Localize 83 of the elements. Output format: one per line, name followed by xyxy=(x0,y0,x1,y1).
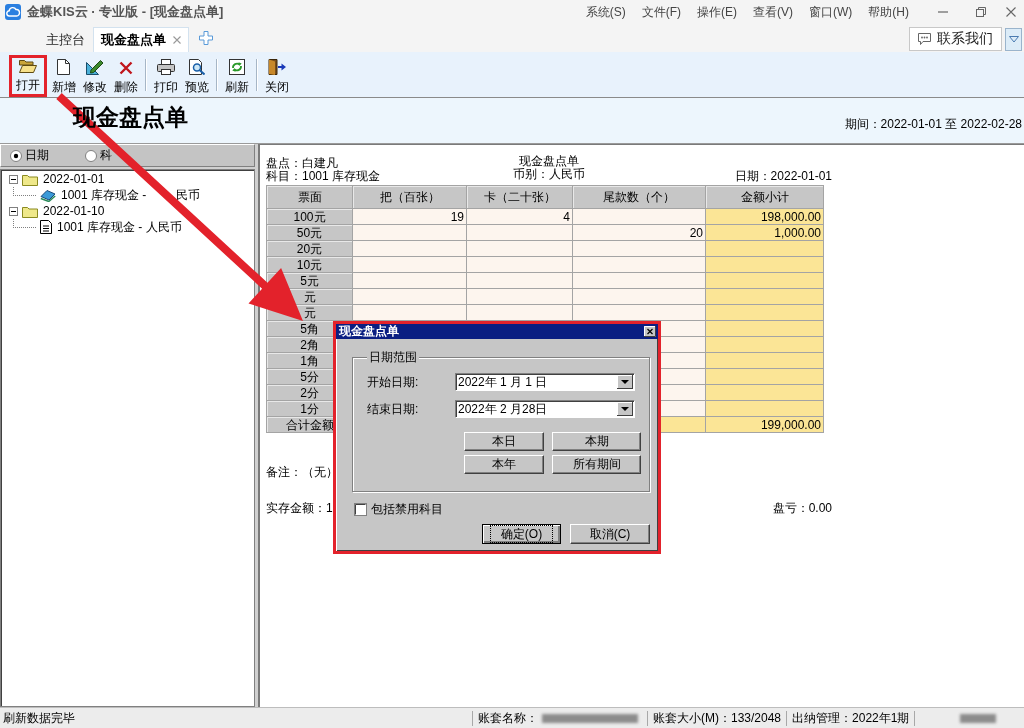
magnifier-page-icon xyxy=(188,59,205,75)
collapse-toggle-icon[interactable] xyxy=(9,174,18,184)
toolbar-button[interactable]: 新增 xyxy=(49,55,78,97)
toolbar-button[interactable]: 打印 xyxy=(151,55,180,97)
remark-text: 备注：（无） xyxy=(266,465,338,479)
range-button[interactable]: 本年 xyxy=(464,455,544,474)
x-mark-icon xyxy=(118,61,133,75)
restore-icon[interactable] xyxy=(976,7,986,17)
radio-button[interactable] xyxy=(10,149,22,162)
redacted-block xyxy=(960,713,997,723)
collapse-toggle-icon[interactable] xyxy=(9,206,18,216)
radio-label[interactable]: 科 xyxy=(100,147,112,164)
date-combo-field[interactable]: 2022年 2 月28日 xyxy=(455,400,635,418)
date-text: 日期：2022-01-01 xyxy=(734,170,832,183)
report-title: 现金盘点单 xyxy=(73,103,188,132)
field-label: 开始日期: xyxy=(367,373,420,391)
toolbar-button[interactable]: 关闭 xyxy=(262,55,291,97)
radio-label[interactable]: 日期 xyxy=(25,147,49,164)
toolbar-button[interactable]: 打开 xyxy=(9,55,47,97)
chat-icon xyxy=(918,33,931,45)
column-header: 金额小计 xyxy=(705,185,824,209)
menu-item[interactable]: 窗口(W) xyxy=(809,3,853,21)
group-label: 日期范围 xyxy=(367,350,419,364)
page-icon xyxy=(57,59,70,75)
tree-item[interactable]: 1001 库存现金 - xyxy=(61,186,147,204)
tab[interactable]: 现金盘点单 xyxy=(93,27,189,52)
expand-button[interactable] xyxy=(1005,28,1022,51)
field-label: 结束日期: xyxy=(367,400,420,418)
column-header: 把（百张） xyxy=(352,185,467,209)
account-text: 科目：1001 库存现金 xyxy=(266,170,382,183)
door-arrow-icon xyxy=(267,59,286,75)
radio-button[interactable] xyxy=(85,149,97,162)
toolbar-button[interactable]: 刷新 xyxy=(222,55,251,97)
menu-item[interactable]: 文件(F) xyxy=(641,3,681,21)
refresh-icon xyxy=(228,59,245,75)
range-button[interactable]: 本日 xyxy=(464,432,544,451)
currency-text: 币别：人民币 xyxy=(513,168,585,181)
range-button[interactable]: 本期 xyxy=(552,432,641,451)
toolbar-button[interactable]: 预览 xyxy=(182,55,211,97)
status-text: 出纳管理：2022年1期 xyxy=(792,709,910,727)
dialog-button[interactable]: 确定(O) xyxy=(482,524,561,544)
tree-item[interactable]: 1001 库存现金 - 人民币 xyxy=(57,218,182,236)
pencil-ruler-icon xyxy=(85,58,104,75)
actual-amount-text: 实存金额：1 xyxy=(266,501,333,515)
status-message: 刷新数据完毕 xyxy=(2,709,76,727)
close-icon[interactable] xyxy=(644,326,656,337)
tab[interactable]: 主控台 xyxy=(38,27,93,52)
tree-item[interactable]: 2022-01-10 xyxy=(43,204,105,218)
tree-item[interactable]: 民币 xyxy=(176,186,201,204)
checkbox[interactable] xyxy=(354,502,367,516)
date-combo-field[interactable]: 2022年 1 月 1 日 xyxy=(455,373,635,391)
banknote-stack-icon xyxy=(40,188,56,202)
contact-button[interactable]: 联系我们 xyxy=(909,27,1002,51)
toolbar-button[interactable]: 修改 xyxy=(80,55,109,97)
column-header: 票面 xyxy=(266,185,353,209)
menu-item[interactable]: 操作(E) xyxy=(697,3,737,21)
menu-item[interactable]: 查看(V) xyxy=(753,3,793,21)
sheet-title: 现金盘点单 xyxy=(519,155,579,168)
shortage-text: 盘亏：0.00 xyxy=(772,501,832,515)
printer-icon xyxy=(156,59,175,75)
column-header: 卡（二十张） xyxy=(466,185,573,209)
counter-text: 盘点：白建凡 xyxy=(266,157,339,170)
dropdown-arrow-icon[interactable] xyxy=(617,402,633,416)
chevron-down-icon xyxy=(1008,36,1019,43)
dialog-button[interactable]: 取消(C) xyxy=(570,524,650,544)
range-button[interactable]: 所有期间 xyxy=(552,455,641,474)
status-label: 账套名称： xyxy=(478,709,538,727)
tree-item[interactable]: 2022-01-01 xyxy=(43,172,105,186)
window-title: 金蝶KIS云 · 专业版 - [现金盘点单] xyxy=(27,3,224,21)
column-header: 尾款数（个） xyxy=(572,185,706,209)
toolbar-button[interactable]: 删除 xyxy=(111,55,140,97)
status-text: 账套大小(M)：133/2048 xyxy=(653,709,782,727)
folder-icon xyxy=(22,172,38,186)
period-text: 期间：2022-01-01 至 2022-02-28 xyxy=(844,116,1022,133)
menu-item[interactable]: 帮助(H) xyxy=(868,3,909,21)
app-logo-icon xyxy=(5,4,21,20)
menu-item[interactable]: 系统(S) xyxy=(585,3,626,21)
plus-icon[interactable] xyxy=(199,31,213,45)
document-icon xyxy=(40,220,52,234)
dropdown-arrow-icon[interactable] xyxy=(617,375,633,389)
folder-icon xyxy=(19,58,37,73)
checkbox-label[interactable]: 包括禁用科目 xyxy=(371,500,443,518)
folder-icon xyxy=(22,204,38,218)
